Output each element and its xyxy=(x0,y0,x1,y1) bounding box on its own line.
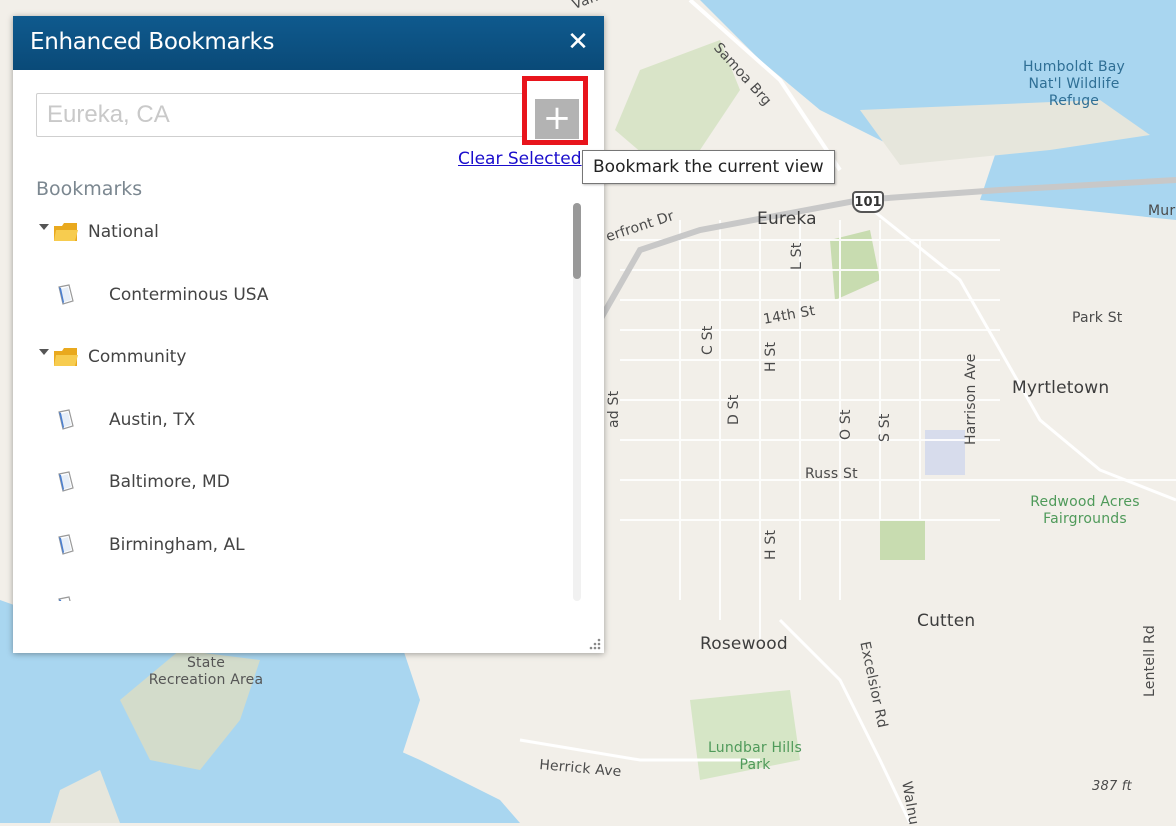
add-bookmark-tooltip: Bookmark the current view xyxy=(582,150,835,184)
map-label-lundbar-line1: Lundbar Hills xyxy=(708,740,802,756)
map-label-elevation: 387 ft xyxy=(1092,779,1132,794)
bookmark-item[interactable]: Austin, TX xyxy=(55,405,195,435)
map-label-state-recreation: State Recreation Area xyxy=(143,655,269,689)
folder-label: National xyxy=(88,222,159,242)
map-label-redwood-line1: Redwood Acres xyxy=(1030,494,1140,510)
bookmark-item[interactable]: Baltimore, MD xyxy=(55,467,230,497)
map-label-s-st: S St xyxy=(877,413,893,442)
bookmark-item-clipped[interactable] xyxy=(55,592,109,601)
bookmark-label: Baltimore, MD xyxy=(109,472,230,492)
bookmark-item[interactable]: Birmingham, AL xyxy=(55,530,245,560)
bookmark-label: Conterminous USA xyxy=(109,285,269,305)
map-label-l-st: L St xyxy=(789,242,805,270)
bookmark-icon xyxy=(58,534,74,555)
expand-caret-icon[interactable] xyxy=(39,349,49,355)
map-label-h-st: H St xyxy=(763,341,779,372)
map-label-myrtletown: Myrtletown xyxy=(1012,378,1110,398)
panel-title: Enhanced Bookmarks xyxy=(30,29,275,55)
scrollbar-thumb[interactable] xyxy=(573,203,581,279)
map-label-humboldt-refuge: Humboldt Bay Nat'l Wildlife Refuge xyxy=(1012,59,1136,110)
map-label-redwood-line2: Fairgrounds xyxy=(1043,511,1127,527)
resize-grip-icon[interactable] xyxy=(589,638,601,650)
bookmark-icon xyxy=(58,409,74,430)
expand-caret-icon[interactable] xyxy=(39,224,49,230)
bookmark-icon xyxy=(58,284,74,305)
map-label-russ-st: Russ St xyxy=(805,466,858,482)
map-label-c-st: C St xyxy=(700,325,716,355)
enhanced-bookmarks-panel: Enhanced Bookmarks ✕ + Clear Selected Bo… xyxy=(13,16,604,653)
map-label-o-st: O St xyxy=(838,409,854,440)
map-label-humboldt-line3: Refuge xyxy=(1048,93,1100,109)
map-label-state-line2: Recreation Area xyxy=(148,672,264,688)
bookmark-name-input[interactable] xyxy=(36,93,526,137)
folder-icon xyxy=(54,223,78,241)
map-label-eureka: Eureka xyxy=(757,209,817,229)
map-label-d-st: D St xyxy=(726,394,742,425)
bookmark-icon xyxy=(58,596,71,601)
map-label-lentell-rd: Lentell Rd xyxy=(1142,625,1158,697)
bookmark-item[interactable]: Conterminous USA xyxy=(55,280,269,310)
bookmarks-heading: Bookmarks xyxy=(36,178,143,200)
map-label-lundbar-line2: Park xyxy=(739,757,771,773)
folder-label: Community xyxy=(88,347,187,367)
clear-selected-link[interactable]: Clear Selected xyxy=(458,149,582,169)
map-label-humboldt-line2: Nat'l Wildlife xyxy=(1028,76,1120,92)
map-label-h-st-south: H St xyxy=(763,529,779,560)
map-label-humboldt-line1: Humboldt Bay xyxy=(1022,59,1126,75)
map-label-state-line1: State xyxy=(186,655,226,671)
add-bookmark-button[interactable]: + xyxy=(535,99,579,139)
map-label-cutten: Cutten xyxy=(917,611,976,631)
folder-community[interactable]: Community xyxy=(39,342,186,372)
map-label-lundbar-hills: Lundbar Hills Park xyxy=(695,740,815,774)
folder-icon xyxy=(54,348,78,366)
folder-national[interactable]: National xyxy=(39,217,159,247)
bookmark-list-scrollbar[interactable] xyxy=(573,203,581,601)
highway-101-shield: 101 xyxy=(852,191,884,213)
map-label-mur: Mur xyxy=(1148,203,1176,219)
map-label-rosewood: Rosewood xyxy=(700,634,788,654)
map-label-harrison-ave: Harrison Ave xyxy=(963,353,979,446)
bookmark-icon xyxy=(58,471,74,492)
bookmark-tree: National Conterminous USA Community Aust… xyxy=(13,201,573,601)
map-label-park-st: Park St xyxy=(1072,310,1123,326)
bookmark-label: Austin, TX xyxy=(109,410,196,430)
close-icon[interactable]: ✕ xyxy=(566,29,590,55)
map-label-redwood-acres: Redwood Acres Fairgrounds xyxy=(1020,494,1150,528)
panel-header[interactable]: Enhanced Bookmarks ✕ xyxy=(13,16,604,70)
bookmark-label: Birmingham, AL xyxy=(109,535,245,555)
map-label-ad-st: ad St xyxy=(606,390,622,428)
